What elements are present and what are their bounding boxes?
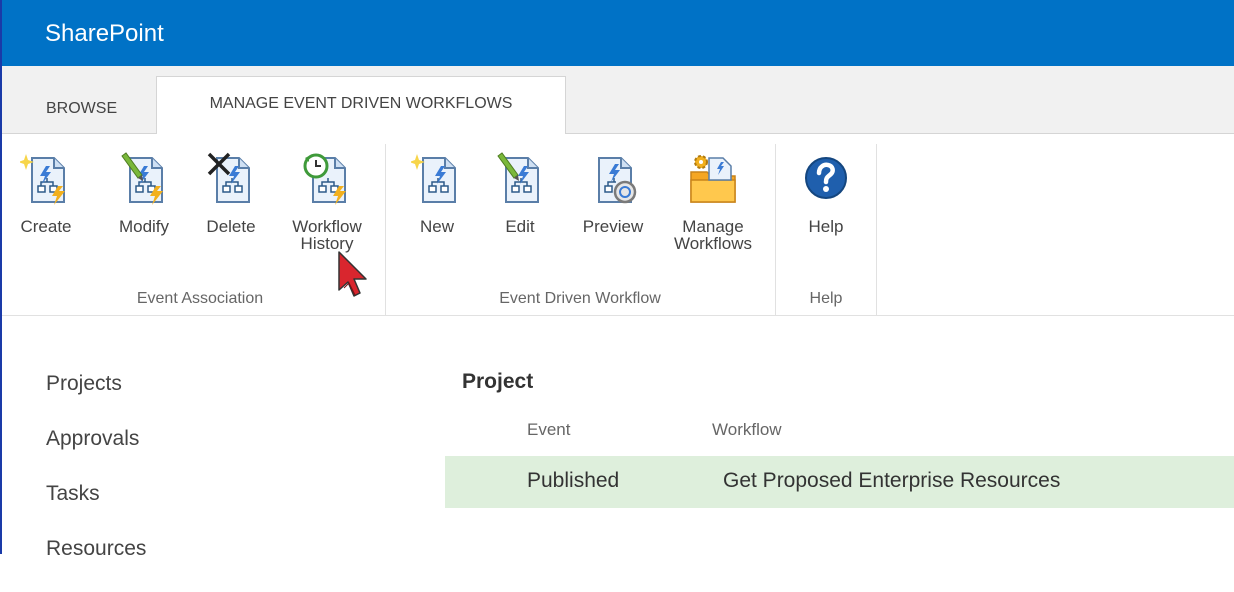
help-question-icon xyxy=(805,157,847,199)
manage-workflows-button[interactable]: Manage Workflows xyxy=(660,144,766,284)
workflow-history-label: Workflow History xyxy=(292,217,362,253)
modify-label: Modify xyxy=(118,217,170,236)
edit-button[interactable]: Edit xyxy=(490,144,550,284)
section-title: Project xyxy=(462,370,534,393)
create-label: Create xyxy=(20,217,72,236)
ribbon-tab-strip: BROWSE MANAGE EVENT DRIVEN WORKFLOWS xyxy=(0,66,1234,135)
nav-item-tasks[interactable]: Tasks xyxy=(46,482,146,537)
mouse-cursor-icon xyxy=(338,251,367,297)
new-button[interactable]: New xyxy=(404,144,470,284)
help-label: Help xyxy=(808,217,844,236)
table-row[interactable]: Published Get Proposed Enterprise Resour… xyxy=(445,456,1234,508)
window-frame-edge xyxy=(0,0,2,554)
event-cell: Published xyxy=(527,469,620,492)
nav-item-projects[interactable]: Projects xyxy=(46,372,146,427)
tab-manage-event-driven-workflows[interactable]: MANAGE EVENT DRIVEN WORKFLOWS xyxy=(156,76,566,135)
workflow-history-clock-icon xyxy=(303,153,346,205)
quick-launch-nav: Projects Approvals Tasks Resources xyxy=(46,372,146,592)
help-button[interactable]: Help xyxy=(796,144,856,284)
workflow-delete-x-icon xyxy=(207,152,250,203)
workflow-new-icon xyxy=(411,154,456,203)
modify-button[interactable]: Modify xyxy=(106,144,182,284)
preview-label: Preview xyxy=(582,217,644,236)
ribbon: Create Modify Delete Workflow History Ev… xyxy=(0,134,1234,316)
nav-item-approvals[interactable]: Approvals xyxy=(46,427,146,482)
workflow-edit-pencil-icon xyxy=(121,152,163,205)
event-driven-workflow-group-label: Event Driven Workflow xyxy=(499,290,661,307)
suite-bar: SharePoint xyxy=(0,0,1234,66)
workflow-new-sparkle-icon xyxy=(20,154,65,205)
event-association-group-label: Event Association xyxy=(136,290,264,307)
help-group-label: Help xyxy=(809,290,843,307)
tab-browse[interactable]: BROWSE xyxy=(46,66,117,134)
edit-label: Edit xyxy=(505,217,535,236)
ribbon-group-divider xyxy=(876,144,877,316)
preview-button[interactable]: Preview xyxy=(570,144,656,284)
delete-button[interactable]: Delete xyxy=(196,144,266,284)
column-header-workflow: Workflow xyxy=(712,420,782,439)
workflow-edit-icon xyxy=(497,152,539,203)
new-label: New xyxy=(419,217,454,236)
column-header-event: Event xyxy=(527,420,571,439)
delete-label: Delete xyxy=(206,217,256,236)
nav-item-resources[interactable]: Resources xyxy=(46,537,146,592)
workflow-cell: Get Proposed Enterprise Resources xyxy=(723,469,1061,492)
create-button[interactable]: Create xyxy=(16,144,76,284)
manage-workflows-label: Manage Workflows xyxy=(673,217,753,253)
sharepoint-brand[interactable]: SharePoint xyxy=(45,20,164,48)
manage-workflows-folder-icon xyxy=(690,155,736,203)
workflow-preview-icon xyxy=(598,157,637,204)
